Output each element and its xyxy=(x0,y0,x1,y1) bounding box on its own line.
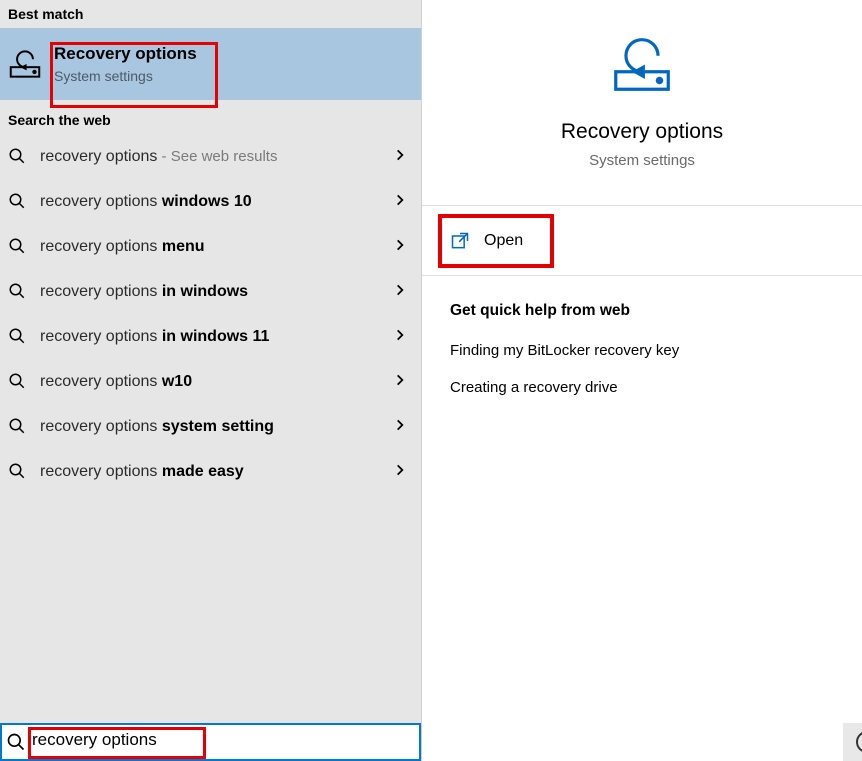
open-label: Open xyxy=(484,232,523,250)
search-icon xyxy=(8,237,28,257)
taskbar: W xyxy=(843,723,862,761)
chevron-right-icon[interactable] xyxy=(393,238,407,255)
search-icon xyxy=(8,282,28,302)
search-icon xyxy=(8,417,28,437)
help-section: Get quick help from web Finding my BitLo… xyxy=(422,276,862,442)
web-result-item[interactable]: recovery options w10 xyxy=(0,359,421,404)
open-icon xyxy=(450,231,470,251)
web-result-item[interactable]: recovery options in windows 11 xyxy=(0,314,421,359)
search-icon xyxy=(8,192,28,212)
web-result-item[interactable]: recovery options in windows xyxy=(0,269,421,314)
web-result-label: recovery options windows 10 xyxy=(40,193,393,211)
web-result-label: recovery options - See web results xyxy=(40,148,393,166)
web-results-list: recovery options - See web results recov… xyxy=(0,134,421,494)
best-match-item[interactable]: Recovery options System settings xyxy=(0,28,421,100)
open-button[interactable]: Open xyxy=(422,206,862,276)
chevron-right-icon[interactable] xyxy=(393,283,407,300)
web-result-item[interactable]: recovery options windows 10 xyxy=(0,179,421,224)
best-match-header: Best match xyxy=(0,0,421,28)
best-match-subtitle: System settings xyxy=(54,68,197,84)
web-result-item[interactable]: recovery options - See web results xyxy=(0,134,421,179)
cortana-icon[interactable] xyxy=(855,729,862,755)
web-result-label: recovery options in windows xyxy=(40,283,393,301)
chevron-right-icon[interactable] xyxy=(393,373,407,390)
detail-header: Recovery options System settings xyxy=(422,0,862,206)
chevron-right-icon[interactable] xyxy=(393,148,407,165)
help-header: Get quick help from web xyxy=(450,302,834,320)
web-result-label: recovery options system setting xyxy=(40,418,393,436)
web-result-label: recovery options made easy xyxy=(40,463,393,481)
chevron-right-icon[interactable] xyxy=(393,328,407,345)
web-result-label: recovery options in windows 11 xyxy=(40,328,393,346)
search-bar[interactable] xyxy=(0,723,421,761)
search-icon xyxy=(8,462,28,482)
web-result-label: recovery options menu xyxy=(40,238,393,256)
help-link[interactable]: Finding my BitLocker recovery key xyxy=(450,342,834,359)
web-result-item[interactable]: recovery options made easy xyxy=(0,449,421,494)
web-result-label: recovery options w10 xyxy=(40,373,393,391)
search-icon xyxy=(6,732,26,752)
search-icon xyxy=(8,147,28,167)
search-icon xyxy=(8,327,28,347)
search-icon xyxy=(8,372,28,392)
recovery-icon xyxy=(607,28,677,98)
chevron-right-icon[interactable] xyxy=(393,193,407,210)
chevron-right-icon[interactable] xyxy=(393,418,407,435)
best-match-title: Recovery options xyxy=(54,44,197,64)
detail-pane: Recovery options System settings Open Ge… xyxy=(421,0,862,761)
search-input[interactable] xyxy=(32,725,419,759)
help-link[interactable]: Creating a recovery drive xyxy=(450,379,834,396)
web-result-item[interactable]: recovery options system setting xyxy=(0,404,421,449)
detail-subtitle: System settings xyxy=(589,152,695,169)
detail-title: Recovery options xyxy=(561,120,723,144)
web-result-item[interactable]: recovery options menu xyxy=(0,224,421,269)
recovery-icon xyxy=(6,45,44,83)
search-web-header: Search the web xyxy=(0,106,421,134)
chevron-right-icon[interactable] xyxy=(393,463,407,480)
search-results-pane: Best match Recovery options System setti… xyxy=(0,0,421,761)
